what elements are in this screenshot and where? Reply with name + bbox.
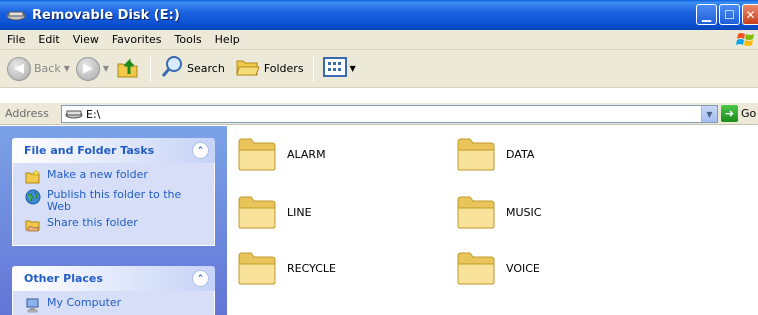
- minimize-icon: ▁: [701, 7, 712, 22]
- address-input[interactable]: E:\ ▼: [61, 105, 718, 123]
- title-bar: Removable Disk (E:) ▁ ☐ ✕: [0, 0, 758, 30]
- folder-icon: [238, 138, 276, 171]
- folder-icon: [457, 252, 495, 285]
- task-label: My Computer: [47, 296, 122, 309]
- go-arrow-icon: ➜: [721, 105, 738, 122]
- globe-icon: [25, 189, 41, 205]
- search-icon: [160, 55, 184, 82]
- views-dropdown-icon[interactable]: ▼: [350, 64, 356, 73]
- task-publish-to-web[interactable]: Publish this folder to the Web: [25, 189, 206, 213]
- back-button[interactable]: ◀ Back ▼: [4, 54, 73, 84]
- file-folder-tasks-panel: File and Folder Tasks ⌃ Make a new folde…: [12, 138, 215, 246]
- back-arrow-icon: ◀: [7, 56, 31, 81]
- other-places-panel: Other Places ⌃ My Computer: [12, 266, 215, 315]
- up-button[interactable]: [112, 54, 144, 84]
- go-label: Go: [741, 107, 757, 120]
- maximize-icon: ☐: [724, 7, 735, 22]
- panel-body: Make a new folder Publish this folder to…: [12, 163, 215, 246]
- folders-icon: [235, 55, 261, 82]
- search-button[interactable]: Search: [157, 54, 228, 84]
- forward-arrow-icon: ▶: [75, 56, 100, 81]
- folder-item[interactable]: ALARM: [237, 136, 326, 172]
- task-label: Share this folder: [47, 216, 138, 229]
- windows-logo-icon: [736, 31, 756, 49]
- menu-edit[interactable]: Edit: [31, 33, 65, 46]
- task-share-folder[interactable]: Share this folder: [25, 217, 206, 233]
- folder-item[interactable]: LINE: [237, 194, 312, 230]
- close-button[interactable]: ✕: [742, 4, 758, 25]
- folder-name: DATA: [506, 147, 535, 161]
- folders-label: Folders: [263, 62, 304, 75]
- folder-name: VOICE: [506, 261, 540, 275]
- views-button[interactable]: ▼: [320, 54, 359, 84]
- minimize-button[interactable]: ▁: [696, 4, 717, 25]
- folder-name: RECYCLE: [287, 261, 336, 275]
- new-folder-icon: [25, 169, 41, 185]
- folder-name: ALARM: [287, 147, 326, 161]
- folder-name: LINE: [287, 205, 312, 219]
- menu-tools[interactable]: Tools: [168, 33, 208, 46]
- menu-file[interactable]: File: [0, 33, 31, 46]
- folder-item[interactable]: VOICE: [456, 250, 540, 286]
- toolbar-separator: [312, 55, 314, 82]
- forward-button[interactable]: ▶ ▼: [73, 54, 112, 84]
- address-value: E:\: [86, 107, 101, 121]
- folder-item[interactable]: MUSIC: [456, 194, 541, 230]
- collapse-icon[interactable]: ⌃: [192, 142, 209, 159]
- folder-icon: [238, 196, 276, 229]
- folder-icon: [457, 196, 495, 229]
- window-title: Removable Disk (E:): [32, 7, 180, 23]
- panel-body: My Computer: [12, 291, 215, 315]
- toolbar-separator: [150, 55, 152, 82]
- views-icon: [322, 56, 347, 81]
- address-label: Address: [5, 107, 49, 120]
- maximize-button[interactable]: ☐: [719, 4, 740, 25]
- collapse-icon[interactable]: ⌃: [192, 270, 209, 287]
- search-label: Search: [187, 62, 225, 75]
- drive-icon: [65, 109, 83, 119]
- place-my-computer[interactable]: My Computer: [25, 297, 206, 313]
- close-icon: ✕: [745, 7, 756, 22]
- up-folder-icon: [115, 54, 141, 83]
- folder-item[interactable]: RECYCLE: [237, 250, 336, 286]
- share-folder-icon: [25, 217, 41, 233]
- menu-favorites[interactable]: Favorites: [105, 33, 168, 46]
- file-folder-tasks-header[interactable]: File and Folder Tasks ⌃: [12, 138, 215, 163]
- forward-dropdown-icon[interactable]: ▼: [103, 64, 109, 73]
- panel-title: Other Places: [24, 272, 103, 285]
- task-label: Publish this folder to the Web: [47, 188, 182, 213]
- menu-help[interactable]: Help: [208, 33, 246, 46]
- back-dropdown-icon[interactable]: ▼: [64, 64, 70, 73]
- folder-icon: [238, 252, 276, 285]
- go-button[interactable]: ➜ Go: [721, 105, 756, 122]
- folders-button[interactable]: Folders: [232, 54, 307, 84]
- toolbar: ◀ Back ▼ ▶ ▼ Search Folders ▼: [0, 50, 758, 88]
- task-make-new-folder[interactable]: Make a new folder: [25, 169, 206, 185]
- task-pane: File and Folder Tasks ⌃ Make a new folde…: [0, 126, 227, 315]
- panel-title: File and Folder Tasks: [24, 144, 155, 157]
- removable-disk-icon: [6, 8, 28, 22]
- folder-item[interactable]: DATA: [456, 136, 534, 172]
- address-bar: Address E:\ ▼ ➜ Go: [0, 103, 758, 125]
- file-list-view: ALARM DATA LINE MUSIC RECYCLE VOICE: [227, 126, 758, 315]
- menu-view[interactable]: View: [66, 33, 105, 46]
- other-places-header[interactable]: Other Places ⌃: [12, 266, 215, 291]
- folder-icon: [457, 138, 495, 171]
- task-label: Make a new folder: [47, 168, 148, 181]
- back-label: Back: [34, 62, 61, 75]
- my-computer-icon: [25, 297, 41, 313]
- menu-bar: File Edit View Favorites Tools Help: [0, 30, 758, 50]
- folder-name: MUSIC: [506, 205, 542, 219]
- address-dropdown-icon[interactable]: ▼: [701, 106, 717, 122]
